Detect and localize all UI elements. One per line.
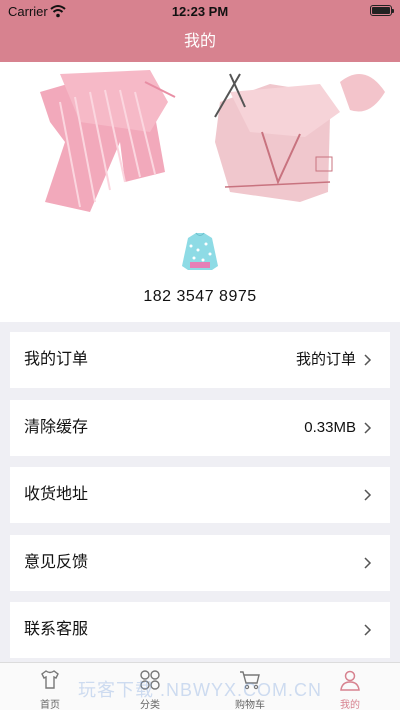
menu-item-label: 联系客服 (24, 621, 89, 638)
chevron-right-icon (364, 624, 372, 636)
menu-item-label: 意见反馈 (24, 554, 89, 571)
watermark-text: 玩客下载 .NBWYX.COM.CN (77, 680, 322, 700)
menu-item-clear-cache[interactable]: 清除缓存 0.33MB (10, 400, 390, 456)
chevron-right-icon (364, 557, 372, 569)
chevron-right-icon (364, 354, 372, 366)
menu-item-shipping-address[interactable]: 收货地址 (10, 467, 390, 523)
profile-header: 182 3547 8975 (0, 62, 400, 322)
pajamas-banner-image (0, 62, 400, 222)
menu-item-my-orders[interactable]: 我的订单 我的订单 (10, 332, 390, 388)
menu-item-customer-service[interactable]: 联系客服 (10, 602, 390, 658)
menu-item-label: 收货地址 (24, 486, 89, 503)
menu-item-label: 我的订单 (24, 351, 89, 368)
page-title: 我的 (183, 33, 216, 50)
chevron-right-icon (364, 489, 372, 501)
menu-item-feedback[interactable]: 意见反馈 (10, 535, 390, 591)
cache-size-value: 0.33MB (304, 419, 356, 436)
menu-item-value: 我的订单 (295, 351, 356, 368)
battery-icon (370, 5, 394, 16)
avatar[interactable] (176, 228, 224, 276)
nav-bar: 我的 (0, 22, 400, 62)
user-phone: 182 3547 8975 (143, 288, 257, 305)
menu-item-label: 清除缓存 (24, 419, 89, 436)
status-bar: Carrier 12:23 PM (0, 0, 400, 22)
chevron-right-icon (364, 422, 372, 434)
status-time: 12:23 PM (171, 4, 229, 19)
